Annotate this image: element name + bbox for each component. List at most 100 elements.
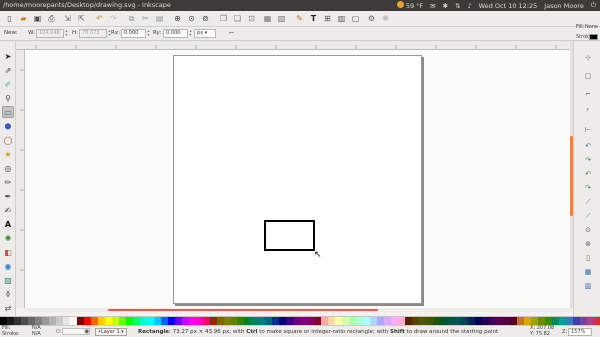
- print-icon[interactable]: ⎙: [46, 13, 57, 24]
- palette-swatch[interactable]: [447, 317, 454, 325]
- palette-swatch[interactable]: [335, 317, 343, 325]
- snap-bbox-icon[interactable]: ▢: [583, 71, 593, 81]
- palette-swatch[interactable]: [90, 317, 98, 325]
- clone-icon[interactable]: ❏: [232, 13, 243, 24]
- dropper-tool-icon[interactable]: ⚱: [2, 288, 14, 300]
- snap-cusp-nodes-icon[interactable]: ↷: [583, 183, 593, 193]
- document-properties-icon[interactable]: ▢: [350, 13, 361, 24]
- new-document-icon[interactable]: ▯: [4, 13, 15, 24]
- palette-swatch[interactable]: [460, 317, 468, 325]
- palette-swatch[interactable]: [495, 317, 503, 325]
- palette-swatch[interactable]: [488, 317, 496, 325]
- palette-swatch[interactable]: [286, 317, 294, 325]
- palette-swatch[interactable]: [223, 317, 231, 325]
- undo-icon[interactable]: ↶: [94, 13, 105, 24]
- copy-icon[interactable]: ⧉: [126, 13, 137, 24]
- palette-swatch[interactable]: [0, 317, 7, 325]
- palette-swatch[interactable]: [370, 317, 378, 325]
- spiral-tool-icon[interactable]: ◎: [2, 162, 14, 174]
- palette-swatch[interactable]: [342, 317, 350, 325]
- redo-icon[interactable]: ↷: [108, 13, 119, 24]
- snap-bbox-edges-icon[interactable]: ⌐: [583, 89, 593, 99]
- palette-swatch[interactable]: [551, 317, 559, 325]
- palette-swatch[interactable]: [426, 317, 434, 325]
- pen-tool-icon[interactable]: ✒: [2, 190, 14, 202]
- stroke-swatch[interactable]: [589, 34, 598, 40]
- palette-swatch[interactable]: [69, 317, 77, 325]
- snap-page-border-icon[interactable]: ▯: [583, 253, 593, 263]
- text-tool-icon[interactable]: A: [2, 218, 14, 230]
- palette-swatch[interactable]: [167, 317, 175, 325]
- palette-swatch[interactable]: [377, 317, 385, 325]
- palette-swatch[interactable]: [481, 317, 489, 325]
- layer-visibility-icon[interactable]: ◉: [84, 328, 89, 335]
- width-stepper[interactable]: ▴ ▾: [64, 29, 69, 38]
- ry-stepper[interactable]: ▴ ▾: [188, 29, 193, 38]
- paste-icon[interactable]: ▤: [154, 13, 165, 24]
- palette-swatch[interactable]: [41, 317, 49, 325]
- palette-swatch[interactable]: [83, 317, 91, 325]
- zoom-page-icon[interactable]: ⊚: [200, 13, 211, 24]
- tweak-tool-icon[interactable]: ✐: [2, 78, 14, 90]
- power-icon[interactable]: ⏻: [591, 1, 596, 10]
- snap-bbox-corners-icon[interactable]: ⌜: [583, 107, 593, 117]
- palette-swatch[interactable]: [300, 317, 308, 325]
- snap-grids-icon[interactable]: ▦: [583, 267, 593, 277]
- palette-swatch[interactable]: [391, 317, 399, 325]
- palette-swatch[interactable]: [565, 317, 573, 325]
- eraser-tool-icon[interactable]: ◧: [2, 246, 14, 258]
- snap-paths-icon[interactable]: ↷: [583, 155, 593, 165]
- palette-swatch[interactable]: [474, 317, 482, 325]
- ellipse-tool-icon[interactable]: ◯: [2, 134, 14, 146]
- spray-tool-icon[interactable]: ✺: [2, 232, 14, 244]
- selector-tool-icon[interactable]: ➤: [2, 50, 14, 62]
- unit-select[interactable]: px ▾: [194, 29, 216, 38]
- horizontal-scroll-thumb[interactable]: [108, 309, 378, 311]
- palette-swatch[interactable]: [202, 317, 210, 325]
- palette-swatch[interactable]: [440, 317, 447, 325]
- palette-swatch[interactable]: [523, 317, 531, 325]
- palette-swatch[interactable]: [265, 317, 273, 325]
- palette-swatch[interactable]: [13, 317, 21, 325]
- export-bitmap-icon[interactable]: ✺: [380, 13, 391, 24]
- palette-swatch[interactable]: [146, 317, 154, 325]
- palette-swatch[interactable]: [118, 317, 126, 325]
- drawn-rectangle[interactable]: [264, 220, 315, 251]
- palette-swatch[interactable]: [132, 317, 140, 325]
- rx-stepper[interactable]: ▴ ▾: [146, 29, 151, 38]
- palette-swatch[interactable]: [216, 317, 224, 325]
- snap-object-centers-icon[interactable]: ⊙: [583, 225, 593, 235]
- palette-swatch[interactable]: [97, 317, 105, 325]
- duplicate-icon[interactable]: ❐: [218, 13, 229, 24]
- palette-swatch[interactable]: [467, 317, 475, 325]
- palette-swatch[interactable]: [153, 317, 161, 325]
- align-distribute-icon[interactable]: ▥: [336, 13, 347, 24]
- palette-swatch[interactable]: [104, 317, 112, 325]
- palette-swatch[interactable]: [398, 317, 406, 325]
- zoom-tool-icon[interactable]: ⚲: [2, 92, 14, 104]
- drawing-canvas[interactable]: ↖: [25, 50, 570, 308]
- palette-swatch[interactable]: [419, 317, 427, 325]
- palette-swatch[interactable]: [307, 317, 315, 325]
- cut-icon[interactable]: ✂: [140, 13, 151, 24]
- bluetooth-icon[interactable]: ✱: [443, 2, 448, 10]
- palette-swatch[interactable]: [188, 317, 196, 325]
- palette-swatch[interactable]: [244, 317, 252, 325]
- palette-swatch[interactable]: [558, 317, 566, 325]
- palette-swatch[interactable]: [321, 317, 329, 325]
- zoom-selection-icon[interactable]: ⊕: [172, 13, 183, 24]
- palette-swatch[interactable]: [349, 317, 357, 325]
- palette-swatch[interactable]: [586, 317, 594, 325]
- palette-swatch[interactable]: [209, 317, 217, 325]
- mail-icon[interactable]: ✉: [430, 2, 435, 10]
- palette-swatch[interactable]: [279, 317, 287, 325]
- star-tool-icon[interactable]: ★: [2, 148, 14, 160]
- unlink-clone-icon[interactable]: ⊡: [246, 13, 257, 24]
- palette-swatch[interactable]: [314, 317, 322, 325]
- palette-swatch[interactable]: [27, 317, 35, 325]
- palette-swatch[interactable]: [55, 317, 63, 325]
- clock[interactable]: Wed Oct 10 12:25: [479, 2, 538, 10]
- fill-stroke-icon[interactable]: ✎: [294, 13, 305, 24]
- 3dbox-tool-icon[interactable]: ⬢: [2, 120, 14, 132]
- zoom-field[interactable]: 157%: [568, 328, 592, 336]
